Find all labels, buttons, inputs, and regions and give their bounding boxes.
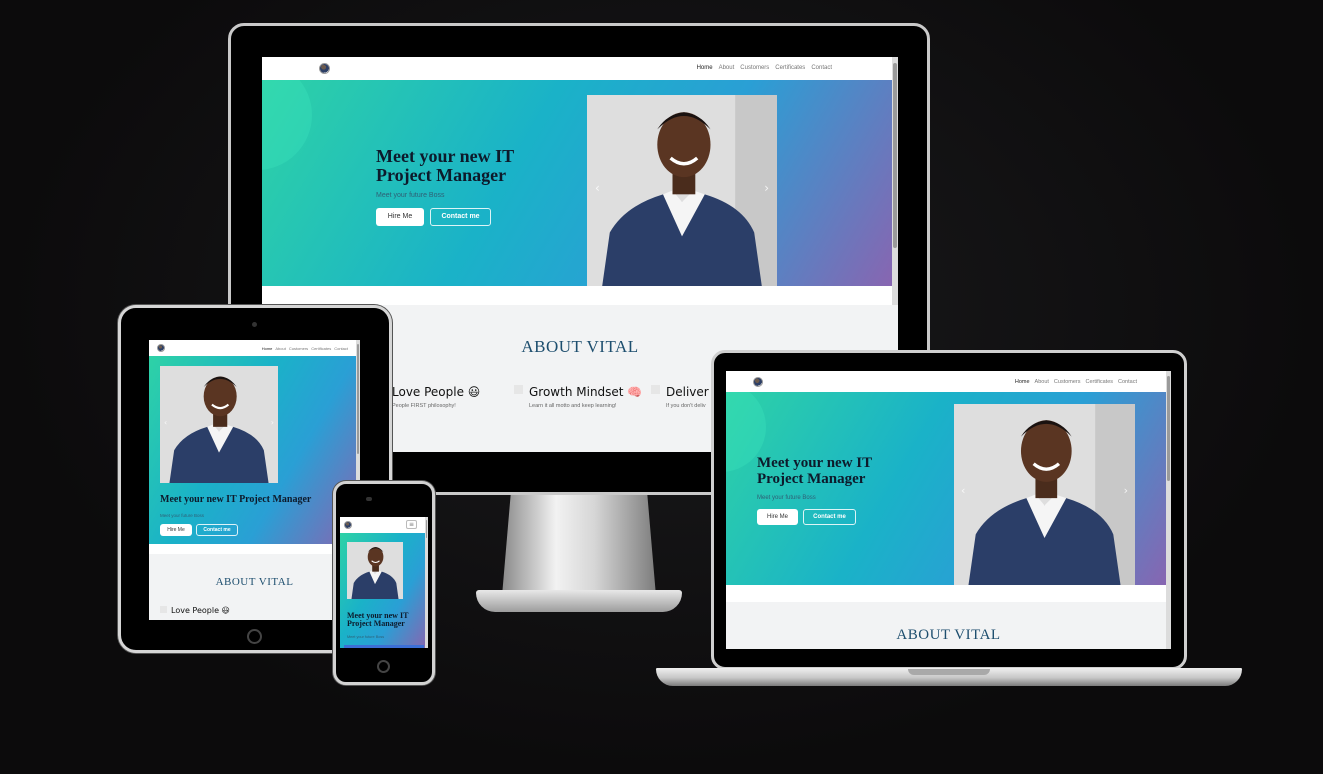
- contact-me-button[interactable]: Contact me: [803, 509, 856, 525]
- contact-me-button[interactable]: Contact me: [196, 524, 238, 536]
- nav-link-about[interactable]: About: [275, 346, 285, 351]
- hire-me-button[interactable]: Hire Me: [757, 509, 798, 525]
- about-title: ABOUT VITAL: [215, 576, 294, 588]
- logo-avatar[interactable]: [319, 63, 330, 74]
- nav-link-home[interactable]: Home: [262, 346, 273, 351]
- hero-subtitle: Meet your future Boss: [757, 495, 816, 501]
- feature-card-growth-mindset: Growth Mindset 🧠 Learn it all motto and …: [514, 385, 642, 409]
- feature-card-deliver: Deliver : If you don't deliv: [651, 385, 717, 409]
- feature-card-love-people: Love People 😃: [160, 606, 230, 615]
- nav-link-certificates[interactable]: Certificates: [311, 346, 331, 351]
- profile-photo: ‹ ›: [587, 95, 777, 286]
- carousel-next-icon[interactable]: ›: [764, 181, 769, 195]
- device-mockup-stage: Home About Customers Certificates Contac…: [0, 0, 1323, 774]
- tablet-screen: Home About Customers Certificates Contac…: [149, 340, 360, 620]
- nav-link-home[interactable]: Home: [1015, 379, 1030, 385]
- hero-subtitle: Meet your future Boss: [160, 513, 205, 518]
- hero-section: Meet your new IT Project Manager Meet yo…: [726, 392, 1171, 585]
- nav-link-customers[interactable]: Customers: [1054, 379, 1081, 385]
- hero-decor-circle: [262, 80, 312, 170]
- hero-subtitle: Meet your future Boss: [347, 635, 385, 639]
- logo-avatar[interactable]: [344, 521, 352, 529]
- hero-buttons-strip: [344, 645, 424, 648]
- nav-link-contact[interactable]: Contact: [334, 346, 348, 351]
- nav-link-contact[interactable]: Contact: [811, 65, 832, 71]
- carousel-prev-icon[interactable]: ‹: [595, 181, 600, 195]
- nav-link-about[interactable]: About: [719, 65, 735, 71]
- tablet-camera-icon: [252, 322, 257, 327]
- navbar: ≡: [340, 517, 428, 533]
- carousel-prev-icon[interactable]: ‹: [164, 418, 167, 427]
- carousel-next-icon[interactable]: ›: [271, 418, 274, 427]
- logo-avatar[interactable]: [753, 377, 763, 387]
- monitor-stand-neck: [502, 488, 656, 596]
- navbar: Home About Customers Certificates Contac…: [726, 371, 1171, 392]
- nav-link-customers[interactable]: Customers: [740, 65, 769, 71]
- phone-screen: ≡ Meet your new IT Project Manager Meet …: [340, 517, 428, 648]
- about-section: ABOUT VITAL Love People 😃: [149, 554, 360, 620]
- navbar: Home About Customers Certificates Contac…: [262, 57, 898, 80]
- logo-avatar[interactable]: [157, 344, 165, 352]
- hamburger-menu-icon[interactable]: ≡: [406, 520, 417, 529]
- hero-section: Meet your new IT Project Manager Meet yo…: [262, 80, 898, 286]
- about-title: ABOUT VITAL: [896, 627, 1001, 643]
- hero-subtitle: Meet your future Boss: [376, 192, 445, 199]
- laptop-screen: Home About Customers Certificates Contac…: [726, 371, 1171, 649]
- nav-links: Home About Customers Certificates Contac…: [697, 65, 832, 71]
- phone-home-button-icon[interactable]: [377, 660, 390, 673]
- feature-checkbox-icon: [514, 385, 523, 394]
- nav-links: Home About Customers Certificates Contac…: [262, 346, 348, 351]
- nav-link-certificates[interactable]: Certificates: [775, 65, 805, 71]
- profile-photo: ‹ ›: [160, 366, 278, 483]
- desktop-scrollbar[interactable]: [892, 57, 898, 305]
- hero-title: Meet your new IT Project Manager: [347, 611, 409, 629]
- profile-photo: ‹ ›: [954, 404, 1135, 585]
- laptop-scrollbar[interactable]: [1166, 371, 1171, 649]
- nav-link-about[interactable]: About: [1035, 379, 1049, 385]
- navbar: Home About Customers Certificates Contac…: [149, 340, 360, 356]
- hero-section: Meet your new IT Project Manager Meet yo…: [340, 533, 428, 648]
- nav-link-certificates[interactable]: Certificates: [1086, 379, 1114, 385]
- monitor-stand-base: [476, 590, 682, 612]
- about-section: ABOUT VITAL: [726, 602, 1171, 649]
- feature-checkbox-icon: [651, 385, 660, 394]
- nav-link-contact[interactable]: Contact: [1118, 379, 1137, 385]
- hero-title: Meet your new IT Project Manager: [376, 146, 515, 185]
- profile-photo: [347, 542, 403, 599]
- hero-title: Meet your new IT Project Manager: [160, 494, 312, 505]
- nav-link-home[interactable]: Home: [697, 65, 713, 71]
- hire-me-button[interactable]: Hire Me: [376, 208, 424, 226]
- phone-speaker-icon: [366, 497, 372, 501]
- laptop-trackpad-notch: [908, 669, 990, 675]
- feature-checkbox-icon: [160, 606, 167, 613]
- carousel-next-icon[interactable]: ›: [1124, 484, 1128, 497]
- phone-scrollbar[interactable]: [425, 517, 428, 648]
- feature-card-love-people: Love People 😃 People FIRST philosophy!: [392, 385, 481, 409]
- hero-title: Meet your new IT Project Manager: [757, 455, 873, 487]
- contact-me-button[interactable]: Contact me: [430, 208, 491, 226]
- nav-link-customers[interactable]: Customers: [289, 346, 308, 351]
- nav-links: Home About Customers Certificates Contac…: [1015, 379, 1137, 385]
- hero-section: ‹ › Meet your new IT Project Manager Mee…: [149, 356, 360, 544]
- tablet-home-button-icon[interactable]: [247, 629, 262, 644]
- hire-me-button[interactable]: Hire Me: [160, 524, 192, 536]
- carousel-prev-icon[interactable]: ‹: [961, 484, 965, 497]
